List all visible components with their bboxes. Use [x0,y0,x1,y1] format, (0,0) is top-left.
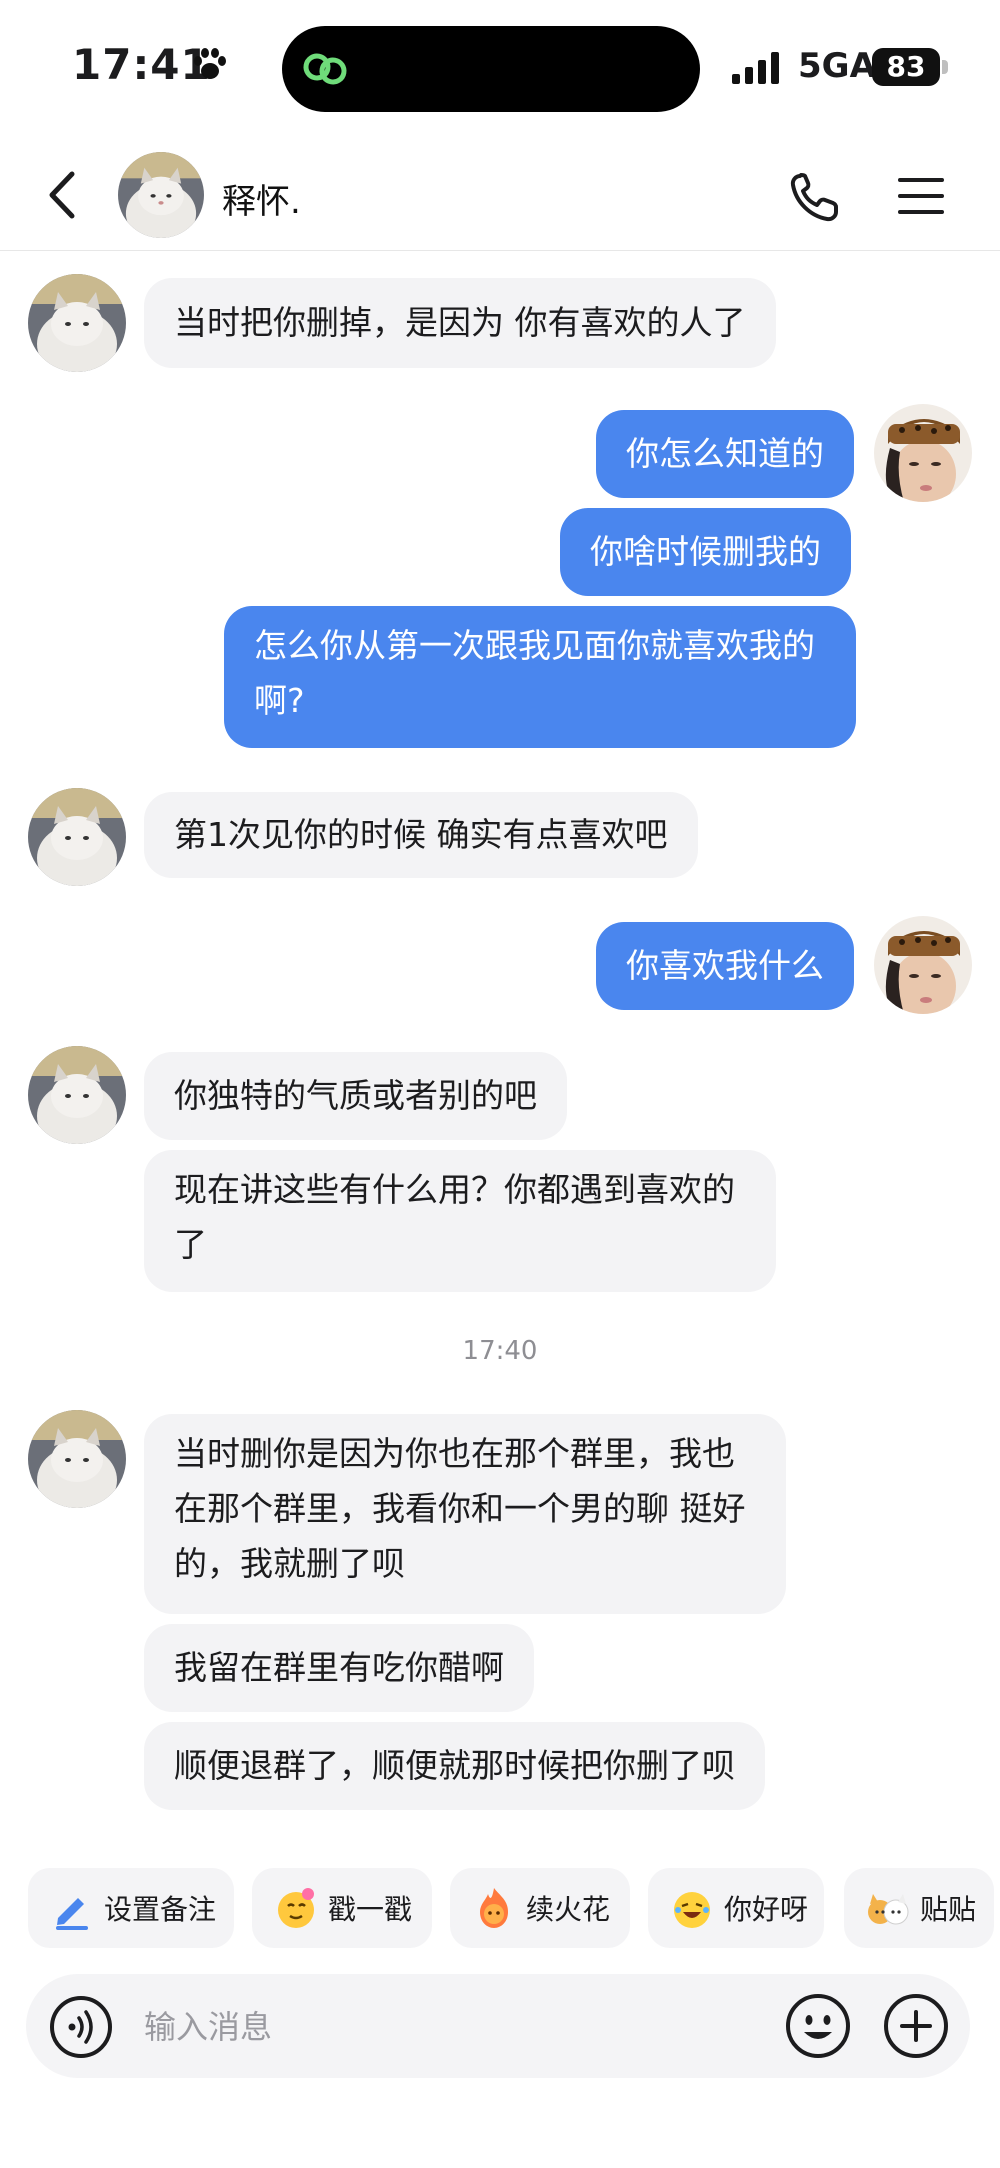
quick-action-label: 设置备注 [104,1893,217,1926]
paw-icon [194,48,226,79]
incoming-message[interactable]: 现在讲这些有什么用？你都遇到喜欢的了 [144,1150,776,1292]
status-bar: 17:41 5GA 83 [0,0,1000,140]
quick-action-hello[interactable]: 你好呀 [648,1868,824,1948]
contact-name[interactable]: 释怀. [222,174,301,223]
cellular-signal-icon [732,52,779,84]
quick-action-label: 贴贴 [920,1893,977,1926]
girl-avatar-image [874,916,972,1014]
quick-action-poke[interactable]: 戳一戳 [252,1868,432,1948]
quick-action-label: 续火花 [526,1893,611,1926]
girl-avatar-image [874,404,972,502]
my-avatar[interactable] [874,916,972,1014]
pencil-icon [56,1898,88,1930]
laugh-emoji-icon [674,1892,710,1928]
cat-avatar-image [118,152,204,238]
cat-avatar-image [28,788,126,886]
dynamic-island [282,26,700,112]
message-input[interactable] [142,1996,686,2058]
quick-action-cuddle[interactable]: 贴贴 [844,1868,994,1948]
poke-emoji-icon [278,1888,314,1928]
incoming-message[interactable]: 顺便退群了，顺便就那时候把你删了呗 [144,1722,765,1810]
quick-action-set-remark[interactable]: 设置备注 [28,1868,234,1948]
voice-icon[interactable] [48,1994,114,2060]
incoming-message[interactable]: 第1次见你的时候 确实有点喜欢吧 [144,792,698,878]
contact-avatar[interactable] [118,152,204,238]
message-input-bar [26,1974,970,2078]
contact-message-avatar[interactable] [28,1410,126,1508]
contact-message-avatar[interactable] [28,788,126,886]
incoming-message[interactable]: 当时删你是因为你也在那个群里，我也在那个群里，我看你和一个男的聊 挺好的，我就删… [144,1414,786,1614]
outgoing-message[interactable]: 你怎么知道的 [596,410,854,498]
battery-indicator: 83 [872,48,940,86]
cats-emoji-icon [868,1894,909,1925]
back-icon[interactable] [40,168,90,222]
quick-action-spark[interactable]: 续火花 [450,1868,630,1948]
my-avatar[interactable] [874,404,972,502]
fire-emoji-icon [480,1888,508,1928]
plus-icon[interactable] [882,1992,950,2060]
quick-action-label: 你好呀 [724,1893,809,1926]
quick-action-label: 戳一戳 [328,1893,413,1926]
cat-avatar-image [28,1046,126,1144]
phone-icon[interactable] [786,170,842,226]
incoming-message[interactable]: 你独特的气质或者别的吧 [144,1052,567,1140]
emoji-icon[interactable] [784,1992,852,2060]
cat-avatar-image [28,274,126,372]
battery-tip [942,60,948,74]
outgoing-message[interactable]: 你啥时候删我的 [560,508,851,596]
chat-screen: 17:41 5GA 83 释怀. 当时把你删掉，是因为 你有喜欢的人了 你怎么知… [0,0,1000,2168]
menu-icon[interactable] [896,174,946,218]
contact-message-avatar[interactable] [28,274,126,372]
network-type: 5GA [798,46,876,86]
outgoing-message[interactable]: 怎么你从第一次跟我见面你就喜欢我的啊? [224,606,856,748]
contact-message-avatar[interactable] [28,1046,126,1144]
link-rings-icon [303,53,347,85]
outgoing-message[interactable]: 你喜欢我什么 [596,922,854,1010]
chat-header: 释怀. [0,140,1000,251]
incoming-message[interactable]: 当时把你删掉，是因为 你有喜欢的人了 [144,278,776,368]
message-timestamp: 17:40 [462,1336,538,1366]
cat-avatar-image [28,1410,126,1508]
incoming-message[interactable]: 我留在群里有吃你醋啊 [144,1624,534,1712]
